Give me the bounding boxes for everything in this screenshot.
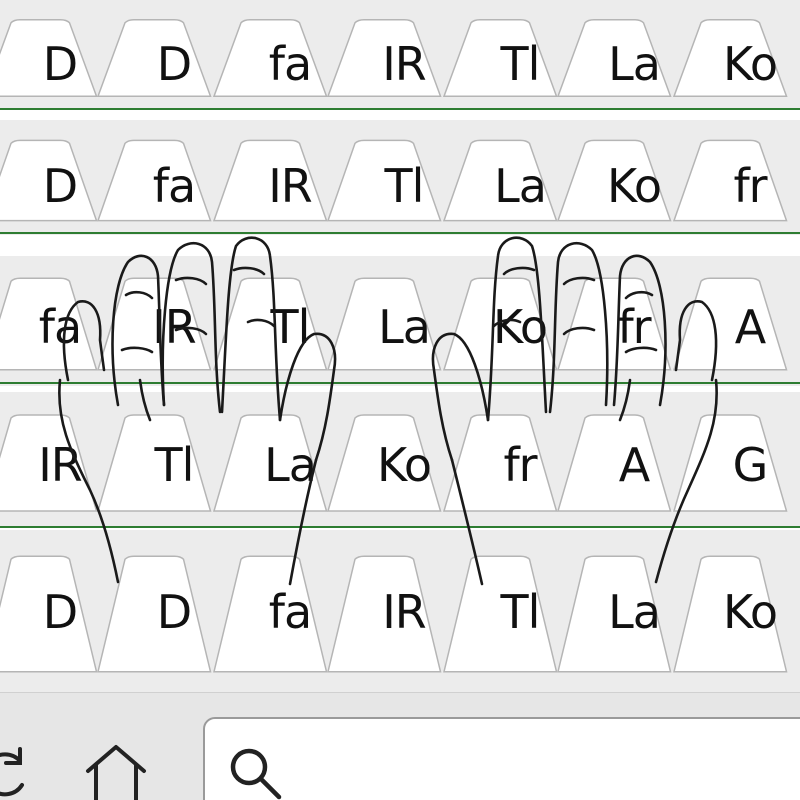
tab-row-underline xyxy=(0,108,800,110)
browser-tab[interactable]: Tl xyxy=(326,120,448,235)
browser-tab[interactable]: D xyxy=(0,530,104,692)
browser-tab[interactable]: G xyxy=(673,392,794,528)
reload-icon[interactable] xyxy=(0,743,32,800)
browser-tab[interactable]: fa xyxy=(213,530,334,692)
browser-tab[interactable]: Ko xyxy=(327,392,448,528)
browser-tab[interactable]: IR xyxy=(212,120,334,235)
browser-tab[interactable]: fa xyxy=(0,256,104,386)
browser-tab[interactable]: Ko xyxy=(673,530,794,692)
tab-shape xyxy=(672,18,788,97)
tab-shape xyxy=(672,139,788,222)
tab-shape xyxy=(673,414,788,512)
browser-tab[interactable]: La xyxy=(557,530,678,692)
browser-tab[interactable]: D xyxy=(0,120,104,235)
browser-tab[interactable]: A xyxy=(672,256,794,386)
browser-tab[interactable]: La xyxy=(326,256,448,386)
tab-shape xyxy=(327,414,442,512)
tab-shape xyxy=(442,277,558,371)
tab-row: D Dfa IR Tl La Ko xyxy=(0,530,800,692)
browser-tab[interactable]: Tl xyxy=(212,256,334,386)
search-icon[interactable] xyxy=(227,745,287,800)
tab-shape xyxy=(212,18,328,97)
tab-shape xyxy=(326,139,442,222)
tab-shape xyxy=(442,139,558,222)
tab-row-underline xyxy=(0,232,800,234)
tab-shape xyxy=(212,139,328,222)
tab-shape xyxy=(326,18,442,97)
tab-row: fa IR Tl La Ko fr A xyxy=(0,256,800,386)
browser-tab[interactable]: IR xyxy=(0,392,104,528)
tab-shape xyxy=(0,555,98,673)
tab-shape xyxy=(443,555,558,673)
tab-shape xyxy=(96,18,212,97)
tab-shape xyxy=(557,555,672,673)
tab-shape xyxy=(443,414,558,512)
tab-row: Dfa IR Tl La Ko fr xyxy=(0,120,800,235)
tab-shape xyxy=(213,414,328,512)
browser-tab[interactable]: La xyxy=(442,120,564,235)
tab-shape xyxy=(556,139,672,222)
tab-shape xyxy=(0,18,98,97)
browser-tab[interactable]: Ko xyxy=(672,0,794,110)
tab-shape xyxy=(556,18,672,97)
tab-shape xyxy=(327,555,442,673)
tab-shape xyxy=(326,277,442,371)
browser-tab[interactable]: Ko xyxy=(442,256,564,386)
browser-tab[interactable]: A xyxy=(557,392,678,528)
browser-tab[interactable]: fa xyxy=(212,0,334,110)
browser-tab[interactable]: La xyxy=(213,392,334,528)
tab-shape xyxy=(96,277,212,371)
browser-tab[interactable]: D xyxy=(0,0,104,110)
tab-shape xyxy=(672,277,788,371)
browser-tab[interactable]: fr xyxy=(443,392,564,528)
home-icon[interactable] xyxy=(84,741,148,800)
tab-row-underline xyxy=(0,526,800,528)
tab-shape xyxy=(442,18,558,97)
browser-tab[interactable]: D xyxy=(96,0,218,110)
search-input[interactable] xyxy=(295,739,779,791)
browser-tab[interactable]: fr xyxy=(672,120,794,235)
tab-shape xyxy=(557,414,672,512)
browser-tab[interactable]: La xyxy=(556,0,678,110)
tab-shape xyxy=(97,555,212,673)
browser-tab[interactable]: D xyxy=(97,530,218,692)
tab-shape xyxy=(0,139,98,222)
tab-shape xyxy=(0,414,98,512)
tab-shape xyxy=(213,555,328,673)
tab-row: D Dfa IR Tl La Ko xyxy=(0,0,800,110)
tab-shape xyxy=(212,277,328,371)
tab-row-underline xyxy=(0,382,800,384)
tab-shape xyxy=(673,555,788,673)
browser-tab[interactable]: fr xyxy=(556,256,678,386)
tab-shape xyxy=(96,139,212,222)
search-bar[interactable] xyxy=(203,717,800,800)
browser-tab[interactable]: Ko xyxy=(556,120,678,235)
browser-tab[interactable]: Tl xyxy=(443,530,564,692)
tab-shape xyxy=(0,277,98,371)
tab-row: IR Tl La Ko fr A G xyxy=(0,392,800,528)
browser-tab[interactable]: fa xyxy=(96,120,218,235)
browser-tab[interactable]: Tl xyxy=(97,392,218,528)
browser-tab[interactable]: IR xyxy=(96,256,218,386)
browser-tab[interactable]: IR xyxy=(327,530,448,692)
browser-tab[interactable]: IR xyxy=(326,0,448,110)
browser-tab[interactable]: Tl xyxy=(442,0,564,110)
tab-shape xyxy=(97,414,212,512)
tab-overflow-screen: D Dfa IR Tl La Ko Dfa IR Tl La Ko fr fa IR Tl La Ko fr A IR… xyxy=(0,0,800,800)
tab-shape xyxy=(556,277,672,371)
